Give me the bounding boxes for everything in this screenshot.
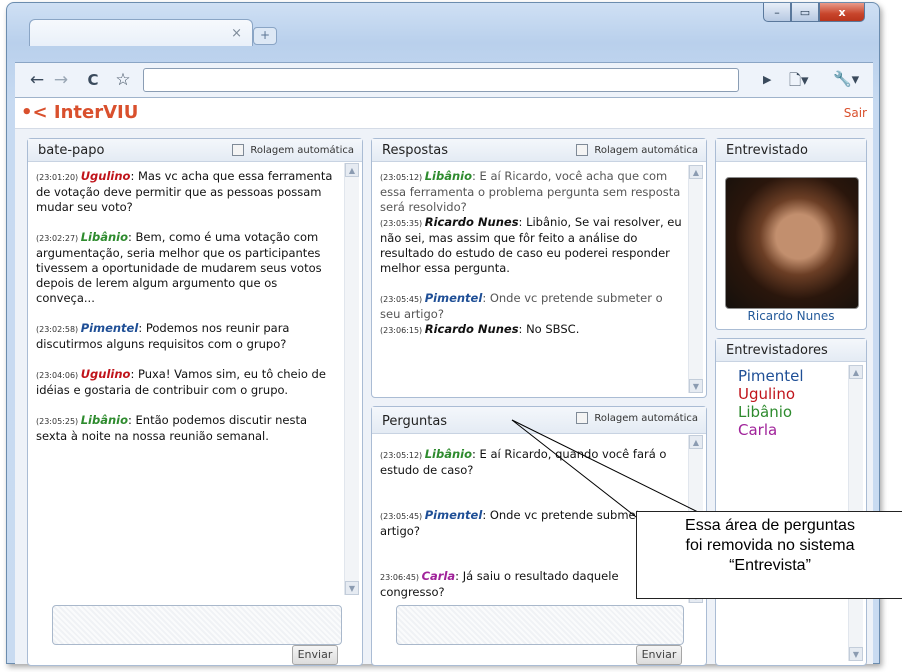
annotation-line-1: Essa área de perguntas	[685, 517, 855, 534]
pointer-line-lower	[511, 419, 641, 521]
annotation-line-2: foi removida no sistema	[685, 537, 855, 554]
annotation-line-3: “Entrevista”	[729, 557, 811, 574]
pointer-line-upper	[511, 419, 701, 514]
annotation-callout: Essa área de perguntas foi removida no s…	[636, 511, 902, 599]
